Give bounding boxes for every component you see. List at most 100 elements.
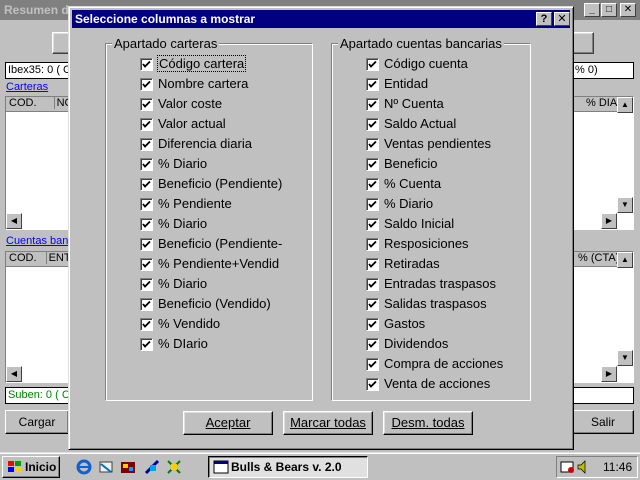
checkbox[interactable]: [140, 218, 153, 231]
checkbox[interactable]: [366, 278, 379, 291]
scroll-right-arrow[interactable]: ▶: [601, 213, 617, 229]
checkbox[interactable]: [140, 258, 153, 271]
start-button[interactable]: Inicio: [2, 456, 60, 478]
carteras-link[interactable]: Carteras: [6, 81, 48, 93]
checkbox[interactable]: [140, 318, 153, 331]
grid-col-nombre[interactable]: NO: [53, 97, 68, 109]
checkbox-label: Valor coste: [158, 96, 223, 111]
checkbox[interactable]: [366, 378, 379, 391]
checkbox[interactable]: [366, 258, 379, 271]
grid-col-pct-dia[interactable]: % DIA: [586, 97, 617, 109]
unmark-all-button[interactable]: Desm. todas: [383, 411, 473, 435]
checkbox[interactable]: [366, 338, 379, 351]
internet-explorer-icon[interactable]: [76, 459, 92, 475]
checkbox[interactable]: [140, 278, 153, 291]
scroll-left-arrow[interactable]: ◀: [6, 213, 22, 229]
checkmark-icon: [368, 160, 377, 168]
checkbox-label: Beneficio (Pendiente): [158, 176, 283, 191]
scheduler-icon[interactable]: [560, 460, 576, 474]
carteras-grid-left[interactable]: COD. NO ◀: [5, 96, 69, 230]
checkmark-icon: [368, 100, 377, 108]
checkbox[interactable]: [140, 158, 153, 171]
scroll-right-arrow-2[interactable]: ▶: [601, 366, 617, 382]
desktop-icon[interactable]: [166, 459, 182, 475]
checkbox[interactable]: [366, 318, 379, 331]
cuentas-grid-right[interactable]: % (CTA) ▲ ▼ ▶: [572, 251, 634, 383]
checkbox-label: Saldo Actual: [384, 116, 457, 131]
checkmark-icon: [142, 100, 151, 108]
checkbox[interactable]: [140, 98, 153, 111]
grid-col-cod[interactable]: COD.: [9, 97, 37, 109]
outlook-express-icon[interactable]: [98, 459, 114, 475]
checkbox-label: Nº Cuenta: [384, 96, 444, 111]
dialog-title: Seleccione columnas a mostrar: [75, 12, 256, 26]
salir-button[interactable]: Salir: [572, 410, 634, 434]
checkbox[interactable]: [366, 238, 379, 251]
checkbox[interactable]: [366, 58, 379, 71]
checkmark-icon: [368, 60, 377, 68]
volume-icon[interactable]: [577, 460, 591, 474]
column-selection-dialog: Seleccione columnas a mostrar ? ✕ Aparta…: [68, 6, 574, 450]
mark-all-button[interactable]: Marcar todas: [283, 411, 373, 435]
grid-col-entidad[interactable]: ENT: [45, 252, 68, 264]
checkbox[interactable]: [140, 198, 153, 211]
checkbox[interactable]: [366, 218, 379, 231]
checkmark-icon: [142, 60, 151, 68]
checkbox-label: Compra de acciones: [384, 356, 504, 371]
checkbox[interactable]: [140, 298, 153, 311]
checkbox[interactable]: [366, 198, 379, 211]
dialog-close-button[interactable]: ✕: [554, 12, 570, 26]
scroll-left-arrow-2[interactable]: ◀: [6, 366, 22, 382]
checkbox-label: % Diario: [158, 216, 208, 231]
dialog-titlebar[interactable]: Seleccione columnas a mostrar ? ✕: [72, 10, 570, 28]
task-bulls-bears[interactable]: Bulls & Bears v. 2.0: [208, 456, 368, 478]
cuentas-link[interactable]: Cuentas banc: [6, 235, 74, 247]
toolbar-field-right[interactable]: [572, 32, 594, 54]
checkmark-icon: [142, 180, 151, 188]
checkbox[interactable]: [366, 98, 379, 111]
grid-col-pct-cta[interactable]: % (CTA): [578, 252, 619, 264]
help-button[interactable]: ?: [536, 12, 552, 26]
scroll-down-arrow[interactable]: ▼: [617, 197, 633, 213]
checkbox[interactable]: [366, 178, 379, 191]
checkmark-icon: [142, 200, 151, 208]
checkmark-icon: [368, 80, 377, 88]
clock[interactable]: 11:46: [603, 460, 632, 474]
media-player-icon[interactable]: [120, 459, 136, 475]
checkbox[interactable]: [366, 158, 379, 171]
scroll-up-arrow[interactable]: ▲: [617, 97, 633, 113]
mark-all-button-label: Marcar todas: [290, 415, 366, 430]
checkbox[interactable]: [140, 238, 153, 251]
checkbox[interactable]: [366, 298, 379, 311]
checkbox[interactable]: [140, 78, 153, 91]
suben-indicator: Suben: 0 ( C: [5, 387, 69, 404]
checkbox[interactable]: [366, 358, 379, 371]
cuentas-grid-left[interactable]: COD. ENT ◀: [5, 251, 69, 383]
checkbox-label: Resposiciones: [384, 236, 469, 251]
checkbox[interactable]: [140, 118, 153, 131]
scroll-down-arrow-2[interactable]: ▼: [617, 350, 633, 366]
cargar-button[interactable]: Cargar: [5, 410, 69, 434]
carteras-grid-right[interactable]: % DIA ▲ ▼ ▶: [572, 96, 634, 230]
checkbox[interactable]: [140, 338, 153, 351]
grid-col-cod-cta[interactable]: COD.: [9, 252, 37, 264]
main-close-button[interactable]: ✕: [620, 3, 636, 17]
checkmark-icon: [142, 160, 151, 168]
checkbox[interactable]: [140, 178, 153, 191]
channels-icon[interactable]: [144, 459, 160, 475]
scroll-up-arrow-2[interactable]: ▲: [617, 252, 633, 268]
checkbox-label: Código cuenta: [384, 56, 468, 71]
checkbox-label: Nombre cartera: [158, 76, 249, 91]
checkbox[interactable]: [366, 78, 379, 91]
ibex-indicator-right: % 0): [572, 62, 634, 79]
checkbox-label: % Pendiente+Vendid: [158, 256, 280, 271]
checkmark-icon: [368, 380, 377, 388]
taskbar: Inicio Bulls & Bears v. 2.0 11:46: [0, 452, 640, 480]
checkbox[interactable]: [366, 138, 379, 151]
minimize-button[interactable]: _: [584, 3, 600, 17]
checkbox[interactable]: [140, 58, 153, 71]
checkbox[interactable]: [366, 118, 379, 131]
accept-button[interactable]: Aceptar: [183, 411, 273, 435]
checkbox[interactable]: [140, 138, 153, 151]
maximize-button[interactable]: □: [601, 3, 617, 17]
